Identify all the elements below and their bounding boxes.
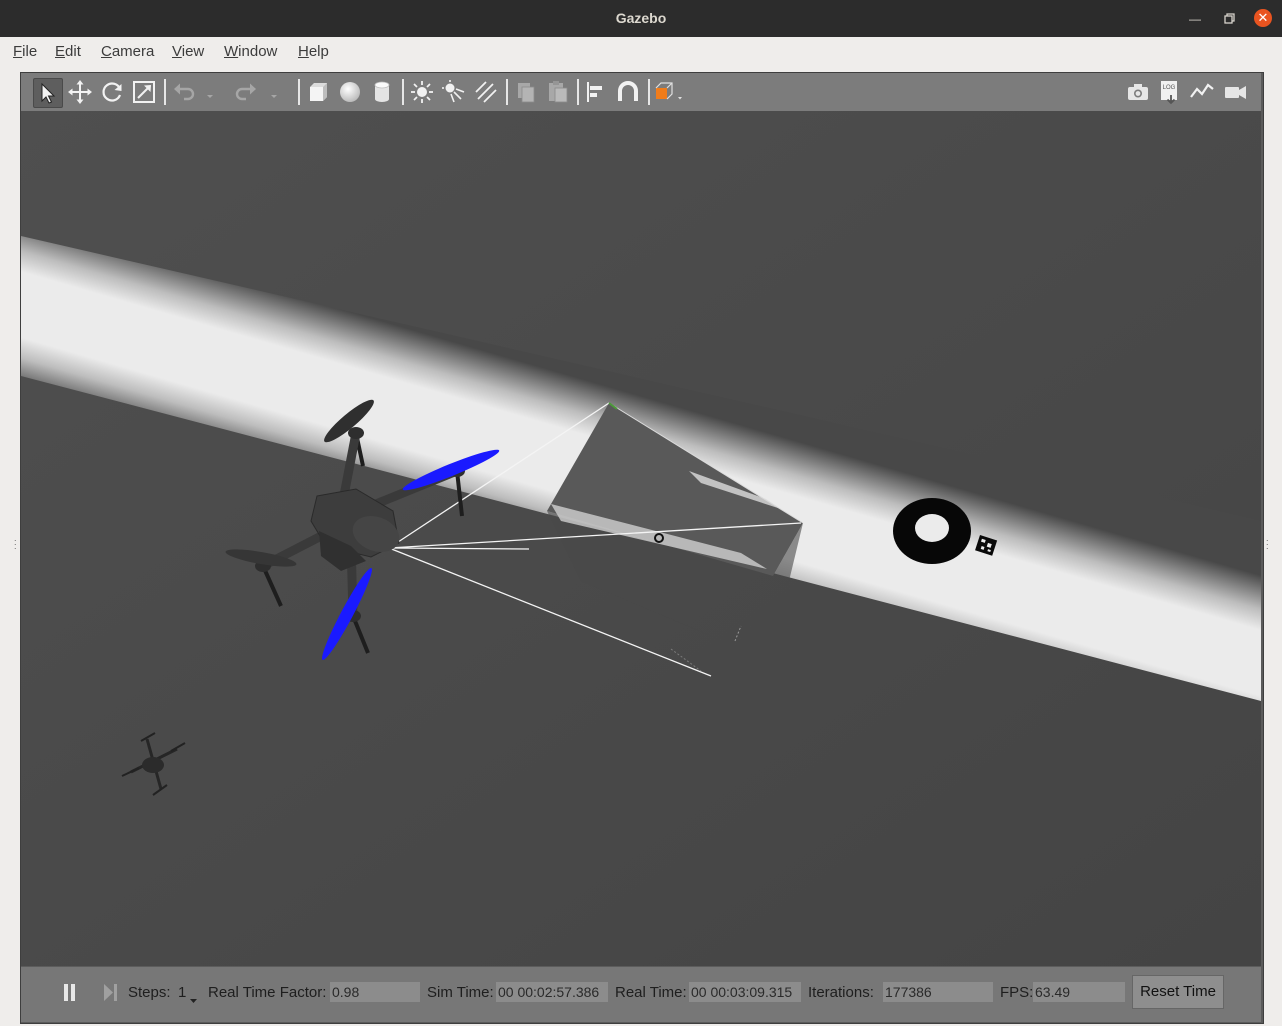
directional-light-icon[interactable] [472, 78, 500, 106]
log-text: LOG [1163, 85, 1176, 91]
restore-icon[interactable] [1220, 10, 1238, 28]
paste-icon[interactable] [544, 78, 572, 106]
iterations-value: 177386 [883, 982, 993, 1002]
scene-render [21, 111, 1261, 966]
pause-icon[interactable] [61, 982, 79, 1004]
fps-label: FPS: [1000, 984, 1034, 1001]
rotate-icon[interactable] [98, 78, 126, 106]
toolbar-separator [298, 79, 300, 105]
box-shape-icon[interactable] [304, 78, 332, 106]
steps-label: Steps: [128, 984, 171, 1001]
menu-file[interactable]: File [13, 43, 37, 60]
toolbar-separator [164, 79, 166, 105]
close-icon[interactable]: ✕ [1254, 9, 1272, 27]
minimize-icon[interactable]: — [1186, 10, 1204, 28]
step-icon[interactable] [101, 982, 119, 1004]
sim-time-value: 00 00:02:57.386 [496, 982, 608, 1002]
translate-icon[interactable] [66, 78, 94, 106]
undo-dropdown-icon[interactable] [202, 78, 218, 106]
sim-time-label: Sim Time: [427, 984, 494, 1001]
iterations-label: Iterations: [808, 984, 874, 1001]
window-title: Gazebo [615, 10, 667, 26]
menu-view[interactable]: View [172, 43, 204, 60]
title-bar[interactable]: Gazebo — ✕ [0, 0, 1282, 37]
plot-icon[interactable] [1188, 78, 1216, 106]
menu-bar: File Edit Camera View Window Help [0, 37, 1282, 65]
fps-value: 63.49 [1033, 982, 1125, 1002]
scale-icon[interactable] [130, 78, 158, 106]
toolbar-separator [402, 79, 404, 105]
view-angle-icon[interactable] [653, 78, 687, 106]
toolbar: LOG [21, 73, 1261, 112]
real-time-label: Real Time: [615, 984, 687, 1001]
sphere-shape-icon[interactable] [336, 78, 364, 106]
reset-time-button[interactable]: Reset Time [1132, 975, 1224, 1009]
real-time-value: 00 00:03:09.315 [689, 982, 801, 1002]
real-time-factor-value: 0.98 [330, 982, 420, 1002]
menu-help[interactable]: Help [298, 43, 329, 60]
undo-icon[interactable] [170, 78, 198, 106]
gazebo-window: Gazebo — ✕ File Edit Camera View Window … [0, 0, 1282, 1026]
toolbar-separator [648, 79, 650, 105]
real-time-factor-label: Real Time Factor: [208, 984, 327, 1001]
menu-window[interactable]: Window [224, 43, 277, 60]
steps-value[interactable]: 1 [178, 984, 186, 1001]
spot-light-icon[interactable] [440, 78, 468, 106]
select-arrow-icon[interactable] [33, 78, 63, 108]
screenshot-camera-icon[interactable] [1124, 78, 1152, 106]
copy-icon[interactable] [512, 78, 540, 106]
redo-icon[interactable] [232, 78, 260, 106]
video-record-icon[interactable] [1221, 78, 1249, 106]
cylinder-shape-icon[interactable] [368, 78, 396, 106]
right-splitter-handle[interactable]: ... [1266, 534, 1270, 552]
snap-magnet-icon[interactable] [614, 78, 642, 106]
left-splitter-handle[interactable]: ... [14, 534, 18, 552]
align-icon[interactable] [582, 78, 610, 106]
status-bar: Steps: 1 Real Time Factor: 0.98 Sim Time… [21, 966, 1261, 1022]
3d-viewport[interactable] [21, 111, 1261, 966]
menu-edit[interactable]: Edit [55, 43, 81, 60]
point-light-icon[interactable] [408, 78, 436, 106]
steps-dropdown-icon[interactable] [189, 991, 198, 1003]
toolbar-separator [577, 79, 579, 105]
redo-dropdown-icon[interactable] [266, 78, 282, 106]
toolbar-separator [506, 79, 508, 105]
log-record-icon[interactable]: LOG [1156, 78, 1184, 106]
menu-camera[interactable]: Camera [101, 43, 154, 60]
